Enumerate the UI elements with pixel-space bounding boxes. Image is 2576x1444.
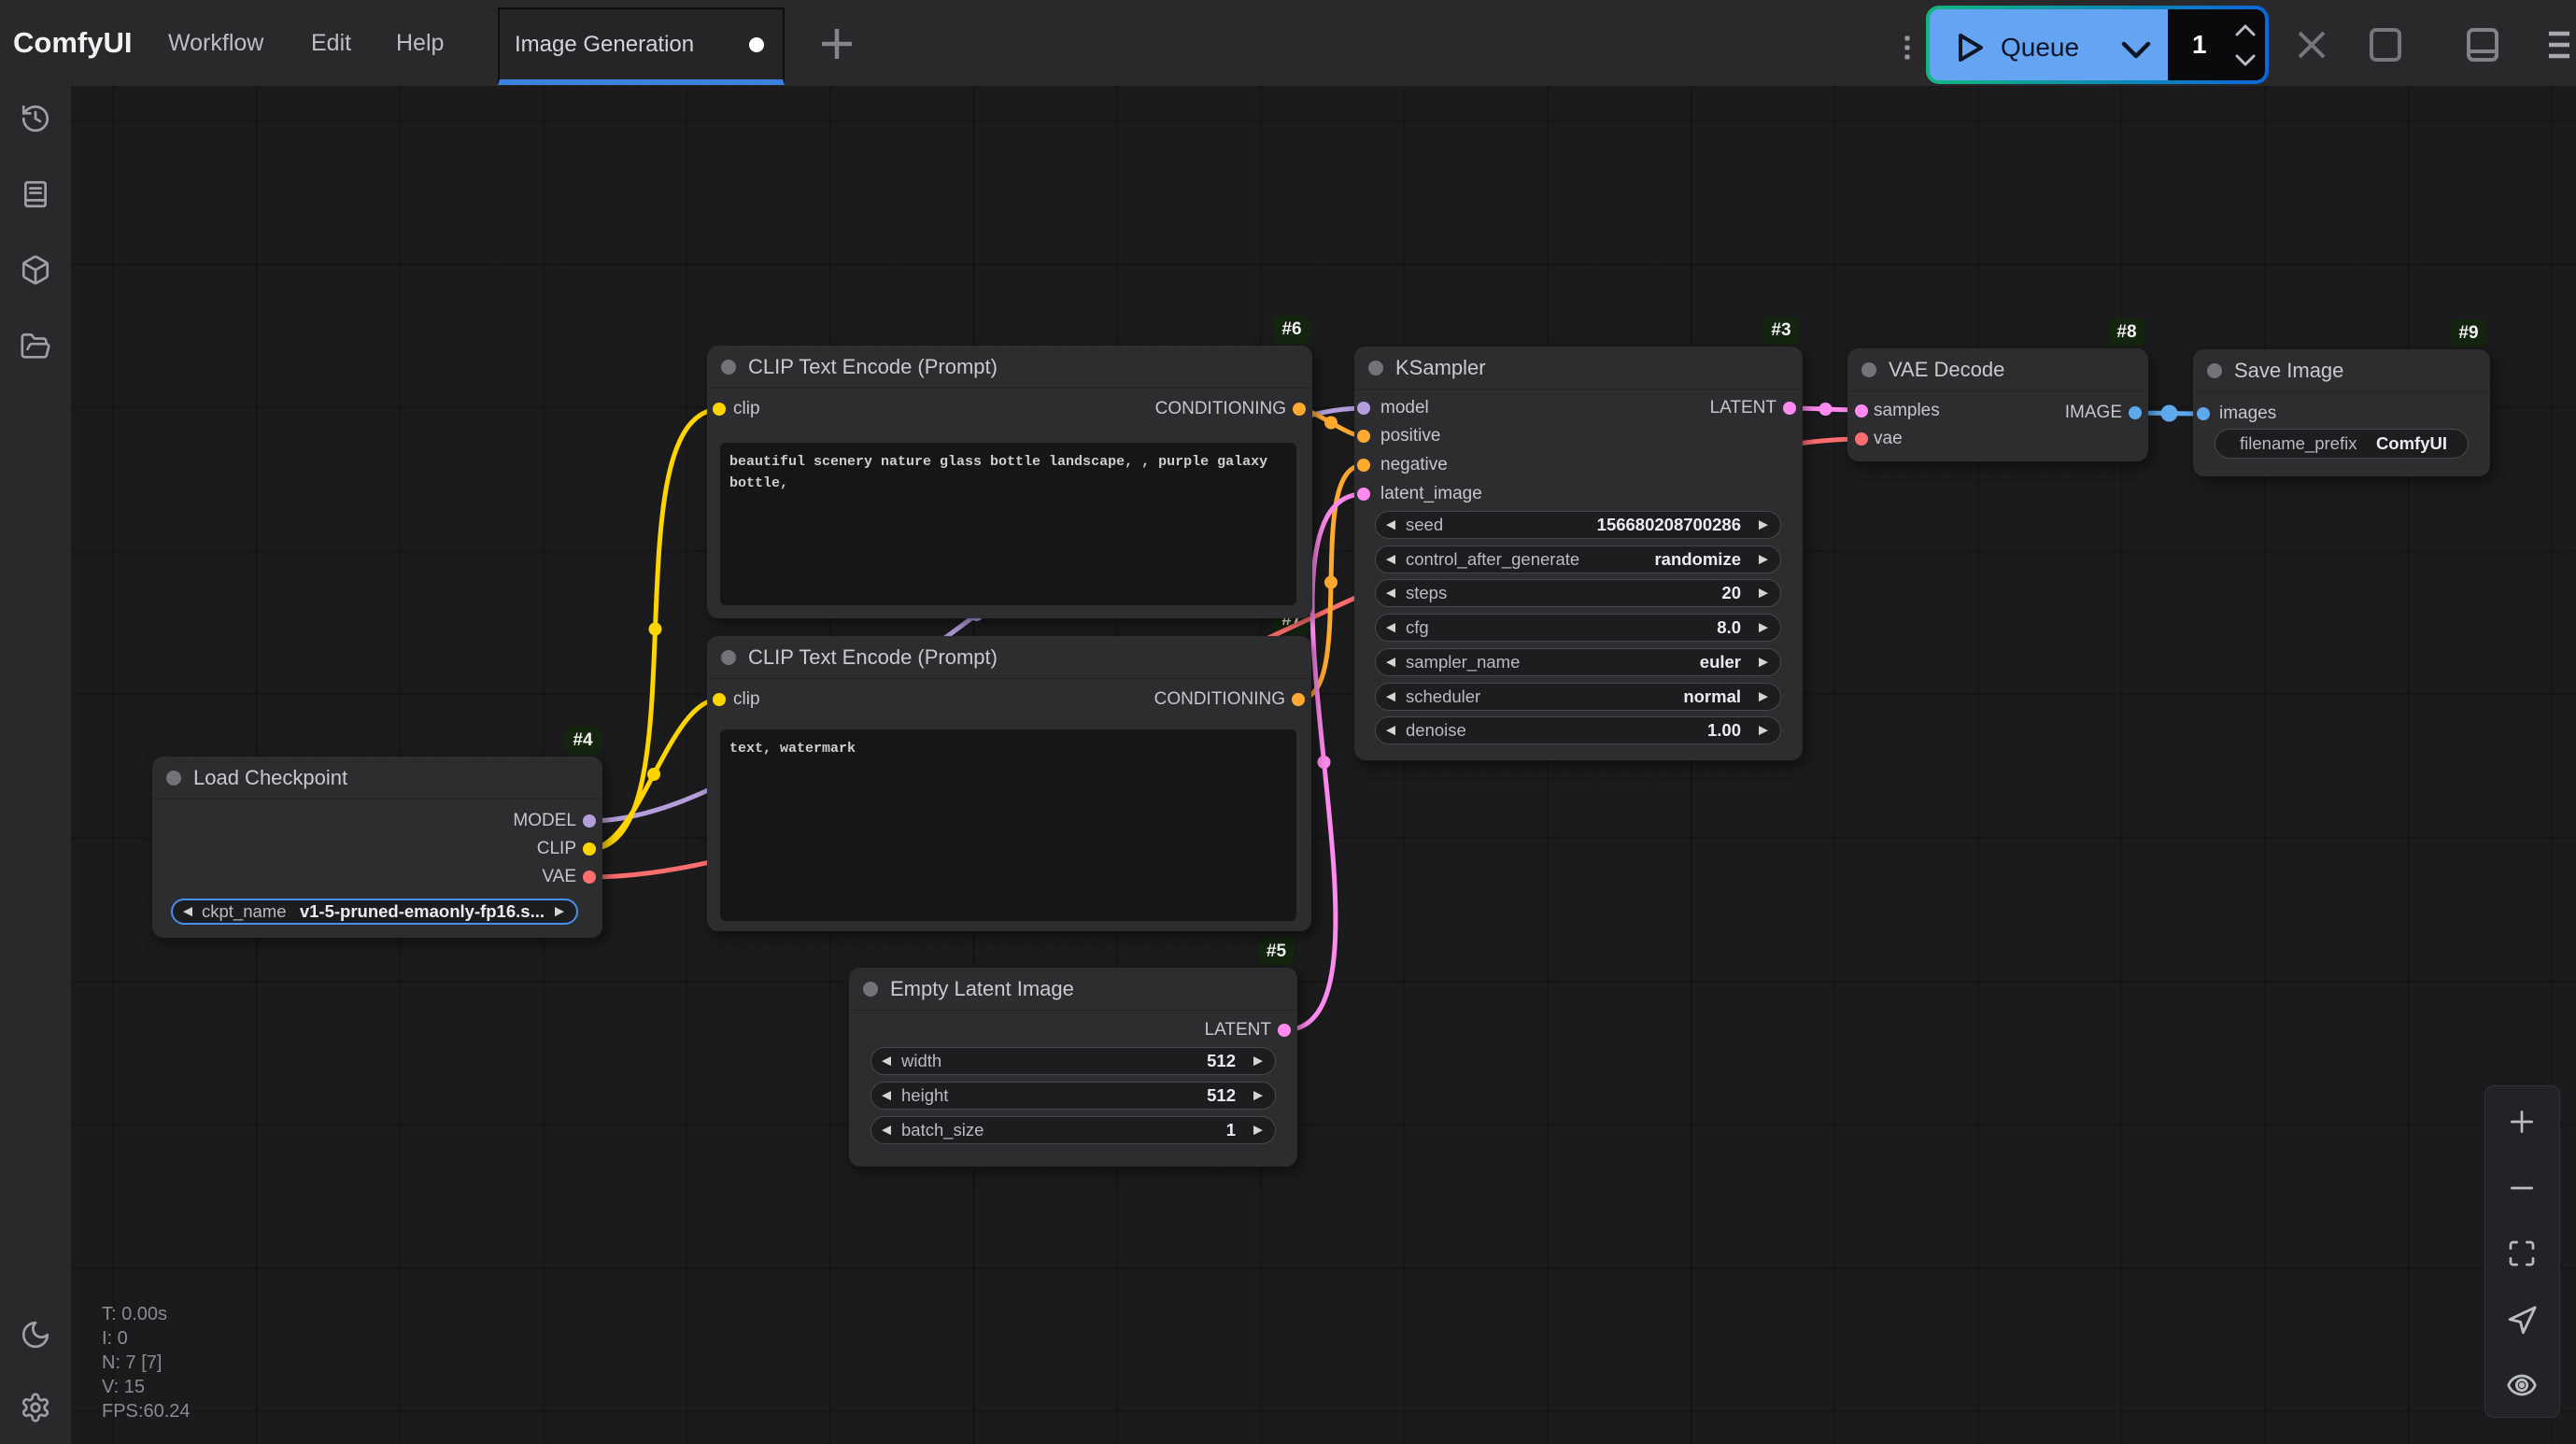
svg-text:Queue: Queue xyxy=(2001,33,2079,62)
